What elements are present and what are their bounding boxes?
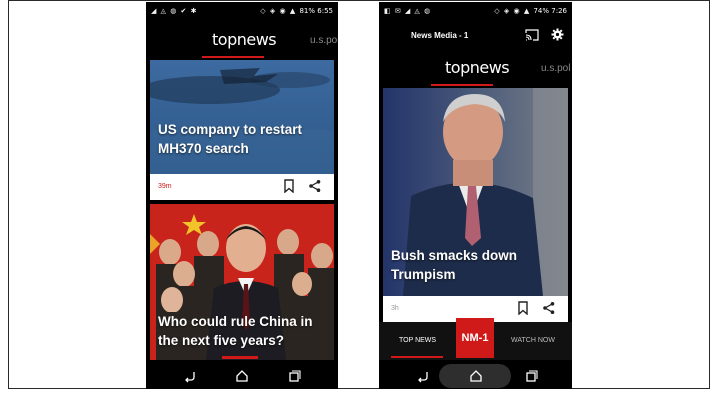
clock-text: 6:55 <box>317 7 333 15</box>
share-icon[interactable] <box>542 301 556 315</box>
signal-icons: ◇ ◈ ◉ ▲ <box>494 7 534 15</box>
time-ago: 3h <box>391 305 399 312</box>
share-icon[interactable] <box>308 179 322 193</box>
app-header: News Media - 1 <box>379 20 572 50</box>
recent-apps-icon[interactable] <box>286 368 302 384</box>
time-ago: 39m <box>158 183 172 190</box>
settings-gear-icon[interactable] <box>551 28 564 41</box>
bookmark-icon[interactable] <box>282 179 296 193</box>
back-icon[interactable] <box>415 368 431 384</box>
tab-topnews[interactable]: topnews <box>212 30 277 49</box>
app-title: News Media - 1 <box>411 31 469 40</box>
status-right: ◇ ◈ ◉ ▲ 74% 7:26 <box>494 7 567 15</box>
article-image-leaders: Who could rule China in the next five ye… <box>150 204 334 360</box>
tab-topnews[interactable]: topnews <box>445 58 510 77</box>
bookmark-icon[interactable] <box>516 301 530 315</box>
phone-right: ◧ ✉ ◢ ◬ ◍ ◇ ◈ ◉ ▲ 74% 7:26 News Media - … <box>379 2 572 389</box>
active-tab-indicator <box>202 56 264 58</box>
nm1-logo-button[interactable]: NM-1 <box>456 318 494 358</box>
tab-uspolitics[interactable]: u.s.pol <box>310 35 338 46</box>
home-icon[interactable] <box>468 368 484 384</box>
home-icon[interactable] <box>234 368 250 384</box>
top-tab-bar: topnews u.s.pol <box>146 20 338 58</box>
bottom-tab-indicator <box>391 356 443 358</box>
headline: Bush smacks down Trumpism <box>391 248 518 282</box>
headline: Who could rule China in the next five ye… <box>158 314 313 348</box>
news-card[interactable]: US company to restart MH370 search 39m <box>150 60 334 200</box>
clock-text: 7:26 <box>551 7 567 15</box>
active-tab-indicator <box>431 84 493 86</box>
notification-icons: ◢ ◬ ◍ ✔ ✱ <box>151 7 198 15</box>
battery-text: 74% <box>533 7 550 15</box>
card-meta: 39m <box>150 174 334 200</box>
screenshot-frame <box>8 0 710 389</box>
news-card[interactable]: Bush smacks down Trumpism 3h <box>383 88 568 322</box>
android-nav-bar <box>146 363 338 389</box>
tab-watch-now[interactable]: WATCH NOW <box>511 337 555 344</box>
article-image-bush: Bush smacks down Trumpism <box>383 88 568 296</box>
cast-icon[interactable] <box>525 29 539 41</box>
headline: US company to restart MH370 search <box>158 122 303 156</box>
back-icon[interactable] <box>182 368 198 384</box>
tab-uspolitics[interactable]: u.s.pol <box>541 63 570 74</box>
status-bar: ◧ ✉ ◢ ◬ ◍ ◇ ◈ ◉ ▲ 74% 7:26 <box>379 2 572 20</box>
top-tab-bar: topnews u.s.pol <box>379 50 572 86</box>
recent-apps-icon[interactable] <box>523 368 539 384</box>
battery-text: 81% <box>299 7 316 15</box>
android-nav-bar <box>379 363 572 389</box>
nm1-label: NM-1 <box>461 332 489 344</box>
signal-icons: ◇ ◈ ◉ ▲ <box>260 7 300 15</box>
status-bar: ◢ ◬ ◍ ✔ ✱ ◇ ◈ ◉ ▲ 81% 6:55 <box>146 2 338 20</box>
status-right: ◇ ◈ ◉ ▲ 81% 6:55 <box>260 7 333 15</box>
notification-icons: ◧ ✉ ◢ ◬ ◍ <box>384 7 432 15</box>
article-image-ocean: US company to restart MH370 search <box>150 60 334 174</box>
phone-left: ◢ ◬ ◍ ✔ ✱ ◇ ◈ ◉ ▲ 81% 6:55 topnews u.s.p… <box>146 2 338 389</box>
tab-top-news[interactable]: TOP NEWS <box>399 337 436 344</box>
card-indicator <box>222 356 258 359</box>
news-card[interactable]: Who could rule China in the next five ye… <box>150 204 334 360</box>
